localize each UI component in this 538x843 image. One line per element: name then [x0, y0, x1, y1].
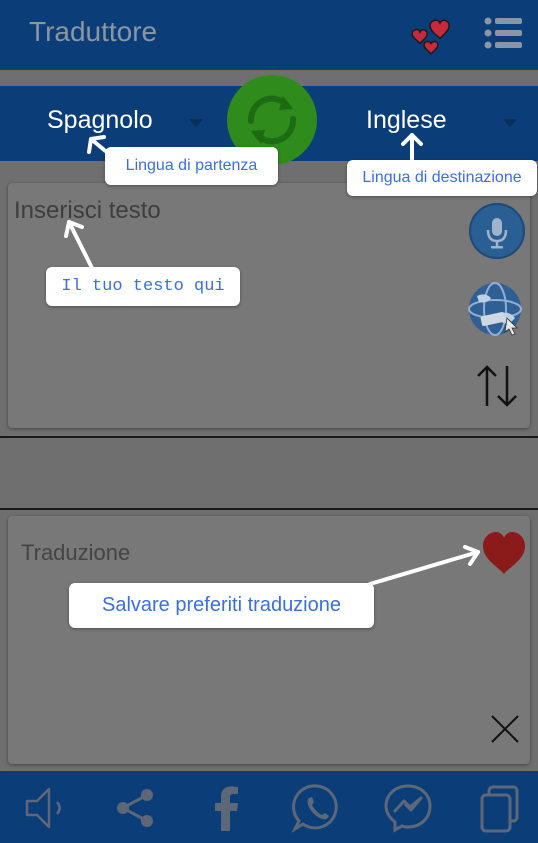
speak-button[interactable] [21, 783, 71, 833]
copy-button[interactable] [475, 783, 525, 833]
output-card: Traduzione [8, 516, 530, 764]
close-icon [491, 715, 519, 743]
whatsapp-share-button[interactable] [291, 783, 342, 834]
target-language-select[interactable]: Inglese [366, 106, 447, 135]
clear-button[interactable] [490, 714, 520, 744]
divider [0, 508, 538, 510]
hearts-icon [411, 19, 450, 56]
messenger-share-button[interactable] [383, 783, 433, 833]
share-icon [117, 789, 153, 827]
voice-input-button[interactable] [469, 203, 525, 259]
whatsapp-icon [291, 784, 338, 834]
microphone-icon [486, 218, 508, 249]
bottom-action-bar [0, 771, 538, 843]
share-button[interactable] [111, 783, 161, 833]
favorites-button[interactable] [408, 12, 452, 56]
app-bar: Traduttore [0, 0, 538, 70]
swap-arrows-icon [477, 365, 517, 407]
tooltip-target-language: Lingua di destinazione [347, 160, 537, 196]
save-favorite-button[interactable] [480, 530, 528, 576]
target-dropdown-caret-icon[interactable] [503, 119, 517, 127]
menu-button[interactable] [484, 17, 522, 49]
tooltip-save-favorite: Salvare preferiti traduzione [69, 583, 374, 628]
messenger-icon [384, 784, 432, 833]
online-translate-button[interactable] [465, 278, 527, 340]
globe-icon [468, 282, 522, 336]
swap-text-button[interactable] [474, 363, 520, 409]
heart-icon [483, 532, 525, 574]
facebook-share-button[interactable] [202, 783, 252, 833]
source-dropdown-caret-icon[interactable] [189, 119, 203, 127]
app-title: Traduttore [29, 16, 158, 47]
tooltip-input-text: Il tuo testo qui [46, 267, 240, 306]
divider [0, 436, 538, 438]
translation-output: Traduzione [21, 540, 131, 565]
facebook-icon [215, 786, 238, 831]
tooltip-source-language: Lingua di partenza [105, 147, 278, 185]
menu-icon [484, 17, 522, 49]
source-language-select[interactable]: Spagnolo [47, 106, 153, 135]
copy-icon [480, 785, 519, 833]
speaker-icon [25, 787, 61, 829]
text-input[interactable]: Inserisci testo [14, 197, 161, 225]
